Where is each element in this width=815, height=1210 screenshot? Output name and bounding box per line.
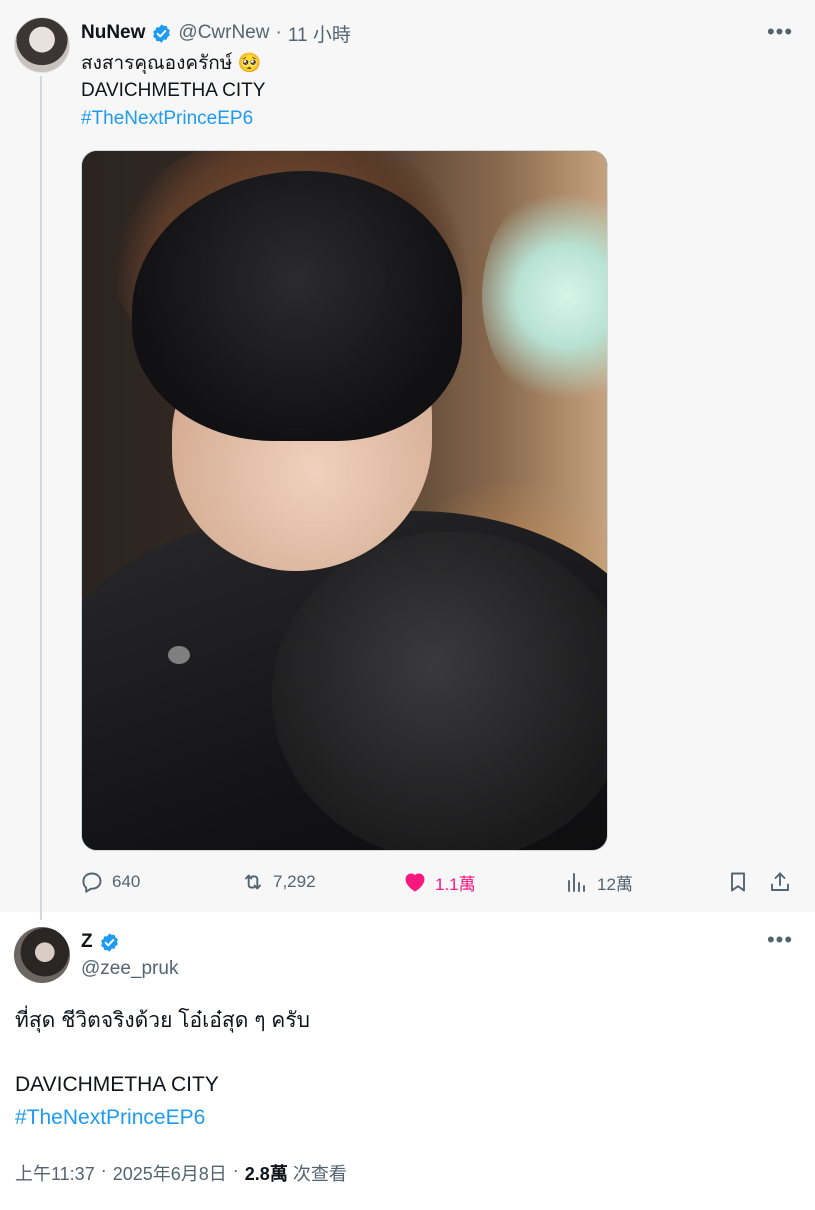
display-name[interactable]: NuNew — [81, 22, 145, 44]
thread-connector-line — [40, 76, 42, 920]
verified-badge-icon — [153, 23, 171, 43]
parent-tweet[interactable]: NuNew @CwrNew · 11 小時 ••• สงสารคุณองครัก… — [0, 0, 815, 920]
tweet-text-line: DAVICHMETHA CITY — [15, 1073, 219, 1096]
tweet-text-line: ที่สุด ชีวิตจริงด้วย โอ๋เอ๋สุด ๆ ครับ — [15, 1009, 310, 1032]
reply-icon — [82, 872, 102, 893]
like-button[interactable]: 1.1萬 — [403, 868, 476, 896]
view-count: 12萬 — [597, 874, 633, 894]
verified-badge-icon — [100, 932, 118, 952]
photo-jacket-button — [168, 646, 190, 664]
hashtag-link[interactable]: #TheNextPrinceEP6 — [15, 1104, 205, 1132]
retweet-count: 7,292 — [273, 872, 316, 891]
tweet-metadata: 上午11:37 · 2025年6月8日 · 2.8萬 次查看 — [15, 1160, 347, 1186]
tweet-author-name: Z — [81, 929, 120, 955]
more-options-icon[interactable]: ••• — [767, 929, 792, 951]
views-button[interactable]: 12萬 — [565, 868, 633, 896]
heart-icon — [405, 873, 425, 892]
post-date[interactable]: 2025年6月8日 — [113, 1160, 227, 1186]
reply-button[interactable]: 640 — [80, 868, 140, 896]
views-label: 次查看 — [292, 1164, 347, 1184]
analytics-icon — [568, 873, 585, 892]
tweet-photo[interactable] — [81, 150, 608, 851]
like-count: 1.1萬 — [435, 874, 476, 894]
bookmark-button[interactable] — [726, 868, 750, 896]
share-button[interactable] — [768, 868, 792, 896]
tweet-text-line: สงสารคุณองครักษ์ 🥺 — [81, 53, 262, 74]
retweet-icon — [245, 874, 261, 890]
avatar[interactable] — [14, 927, 70, 983]
views-count: 2.8萬 — [244, 1164, 288, 1184]
retweet-button[interactable]: 7,292 — [241, 868, 316, 896]
tweet-text-line: DAVICHMETHA CITY — [81, 80, 266, 101]
more-options-icon[interactable]: ••• — [767, 21, 792, 43]
hashtag-link[interactable]: #TheNextPrinceEP6 — [81, 107, 253, 131]
bookmark-icon — [731, 872, 745, 892]
separator-dot: · — [232, 1160, 239, 1180]
handle[interactable]: @zee_pruk — [81, 958, 178, 980]
separator-dot: · — [100, 1160, 107, 1180]
post-time[interactable]: 上午11:37 — [15, 1160, 95, 1186]
display-name[interactable]: Z — [81, 931, 93, 953]
separator-dot: · — [275, 22, 282, 43]
share-icon — [771, 872, 789, 891]
tweet-header: NuNew @CwrNew · 11 小時 — [81, 20, 351, 47]
timestamp[interactable]: 11 小時 — [288, 20, 351, 47]
reply-count: 640 — [112, 872, 141, 891]
handle[interactable]: @CwrNew — [178, 22, 269, 44]
avatar[interactable] — [14, 17, 70, 73]
